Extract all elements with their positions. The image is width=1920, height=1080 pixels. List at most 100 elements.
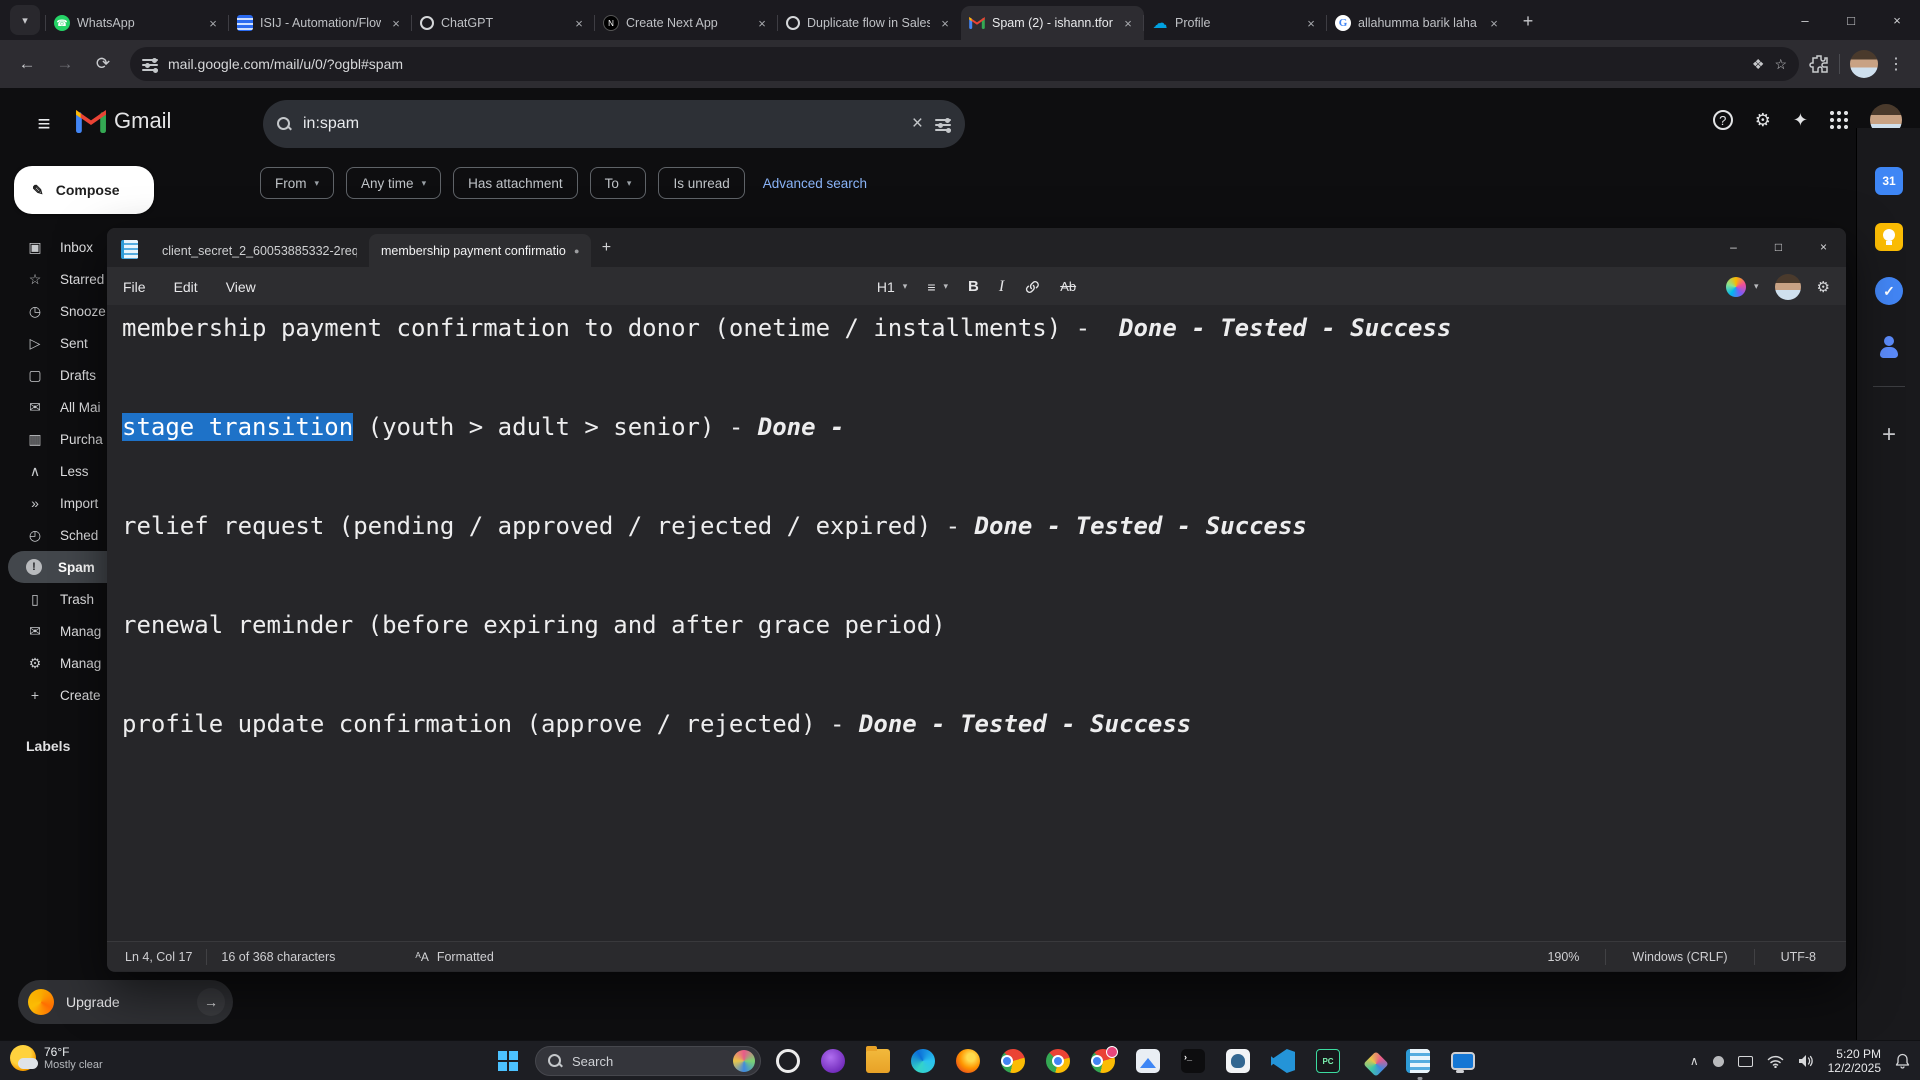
- notification-bell-icon[interactable]: [1895, 1053, 1910, 1069]
- taskbar-purple-app[interactable]: [815, 1043, 851, 1079]
- zoom-level[interactable]: 190%: [1521, 950, 1605, 964]
- browser-tab-salesforce-profile[interactable]: ☁ Profile ×: [1143, 6, 1327, 40]
- taskbar-file-explorer[interactable]: [860, 1043, 896, 1079]
- close-tab-icon[interactable]: ×: [388, 16, 404, 31]
- url-text[interactable]: mail.google.com/mail/u/0/?ogbl#spam: [168, 56, 1742, 72]
- notepad-account-avatar[interactable]: [1774, 273, 1801, 300]
- browser-tab-nextapp[interactable]: N Create Next App ×: [594, 6, 778, 40]
- wifi-icon[interactable]: [1767, 1055, 1784, 1068]
- bold-button[interactable]: B: [968, 278, 979, 295]
- restore-window-icon[interactable]: □: [1828, 0, 1874, 40]
- close-window-icon[interactable]: ×: [1801, 228, 1846, 267]
- browser-tab-whatsapp[interactable]: ☎ WhatsApp ×: [45, 6, 229, 40]
- tab-search-button[interactable]: ▾: [10, 5, 40, 35]
- gmail-logo[interactable]: Gmail: [76, 108, 171, 134]
- filter-chip-from[interactable]: From ▾: [260, 167, 335, 199]
- notepad-tab-client-secret[interactable]: client_secret_2_60053885332-2reqe52rribc: [150, 234, 369, 267]
- heading-style-button[interactable]: H1: [877, 279, 895, 295]
- search-input[interactable]: in:spam: [303, 115, 900, 133]
- taskbar-chrome-2[interactable]: [1040, 1043, 1076, 1079]
- clear-search-icon[interactable]: ×: [912, 113, 923, 135]
- taskbar-firefox[interactable]: [950, 1043, 986, 1079]
- taskbar-chrome-active[interactable]: [1085, 1043, 1121, 1079]
- close-tab-icon[interactable]: ×: [1486, 16, 1502, 31]
- volume-icon[interactable]: [1798, 1054, 1814, 1068]
- calendar-icon[interactable]: 31: [1874, 166, 1904, 196]
- settings-gear-icon[interactable]: ⚙: [1817, 278, 1830, 296]
- encoding[interactable]: UTF-8: [1755, 950, 1842, 964]
- taskbar-terminal[interactable]: ›_: [1175, 1043, 1211, 1079]
- new-tab-button[interactable]: +: [1514, 7, 1542, 35]
- menu-view[interactable]: View: [226, 279, 256, 295]
- close-tab-icon[interactable]: ×: [1120, 16, 1136, 31]
- advanced-search-link[interactable]: Advanced search: [763, 176, 867, 191]
- browser-profile-avatar[interactable]: [1850, 50, 1878, 78]
- gmail-search-bar[interactable]: in:spam ×: [263, 100, 965, 148]
- display-icon[interactable]: [1737, 1055, 1753, 1067]
- notepad-tab-membership-active[interactable]: membership payment confirmation ●: [369, 234, 592, 267]
- menu-edit[interactable]: Edit: [174, 279, 198, 295]
- chevron-down-icon[interactable]: ▾: [903, 281, 908, 292]
- site-settings-icon[interactable]: [142, 57, 158, 73]
- extensions-puzzle-icon[interactable]: [1809, 54, 1829, 74]
- copilot-icon[interactable]: [1726, 276, 1747, 297]
- help-icon[interactable]: ?: [1712, 110, 1733, 130]
- filter-chip-any-time[interactable]: Any time ▾: [346, 167, 442, 199]
- taskbar-monitor-app[interactable]: [1445, 1043, 1481, 1079]
- browser-menu-icon[interactable]: ⋮: [1888, 54, 1904, 74]
- tasks-icon[interactable]: ✓: [1874, 276, 1904, 306]
- taskbar-diamond-app[interactable]: [1355, 1043, 1391, 1079]
- list-button[interactable]: ≡: [927, 279, 935, 295]
- bookmark-star-icon[interactable]: ☆: [1774, 56, 1787, 73]
- clear-formatting-icon[interactable]: Ab: [1060, 279, 1076, 294]
- italic-button[interactable]: I: [999, 278, 1004, 296]
- taskbar-pycharm[interactable]: PC: [1310, 1043, 1346, 1079]
- hidden-icons-chevron[interactable]: ∧: [1690, 1054, 1699, 1068]
- insert-link-icon[interactable]: [1024, 279, 1040, 295]
- forward-icon[interactable]: →: [48, 47, 82, 81]
- notepad-editor[interactable]: membership payment confirmation to donor…: [107, 305, 1846, 941]
- settings-gear-icon[interactable]: ⚙: [1755, 110, 1771, 131]
- filter-chip-is-unread[interactable]: Is unread: [658, 167, 745, 199]
- close-tab-icon[interactable]: ×: [205, 16, 221, 31]
- line-ending[interactable]: Windows (CRLF): [1606, 950, 1753, 964]
- browser-tab-chatgpt[interactable]: ChatGPT ×: [411, 6, 595, 40]
- notepad-new-tab-button[interactable]: +: [591, 233, 621, 263]
- browser-tab-duplicate-flow[interactable]: Duplicate flow in Salesfor ×: [777, 6, 961, 40]
- taskbar-vscode[interactable]: [1265, 1043, 1301, 1079]
- arrow-right-icon[interactable]: →: [197, 988, 225, 1016]
- upgrade-button[interactable]: Upgrade →: [18, 980, 233, 1024]
- taskbar-search[interactable]: Search: [535, 1046, 761, 1076]
- browser-tab-gmail-spam-active[interactable]: Spam (2) - ishann.tforce@ ×: [961, 6, 1144, 40]
- contacts-icon[interactable]: [1874, 332, 1904, 362]
- filter-chip-to[interactable]: To ▾: [589, 167, 647, 199]
- taskbar-chatgpt-app[interactable]: [770, 1043, 806, 1079]
- taskbar-photos-app[interactable]: [1130, 1043, 1166, 1079]
- compose-button[interactable]: ✎ Compose: [14, 166, 154, 214]
- minimize-window-icon[interactable]: –: [1782, 0, 1828, 40]
- bing-daily-image-icon[interactable]: [733, 1050, 755, 1072]
- weather-widget[interactable]: 76°F Mostly clear: [10, 1045, 103, 1071]
- taskbar-edge[interactable]: [905, 1043, 941, 1079]
- back-icon[interactable]: ←: [10, 47, 44, 81]
- taskbar-notepad[interactable]: [1400, 1043, 1436, 1079]
- reload-icon[interactable]: ⟳: [86, 47, 120, 81]
- tray-app-icon[interactable]: [1712, 1055, 1724, 1067]
- browser-tab-isij[interactable]: ISIJ - Automation/Flows S ×: [228, 6, 412, 40]
- close-tab-icon[interactable]: ×: [1303, 16, 1319, 31]
- get-addons-icon[interactable]: +: [1874, 420, 1904, 450]
- chevron-down-icon[interactable]: ▾: [944, 281, 949, 292]
- close-tab-icon[interactable]: ×: [937, 16, 953, 31]
- formatted-indicator[interactable]: ᴬA Formatted: [415, 950, 493, 964]
- main-menu-icon[interactable]: ≡: [22, 102, 66, 146]
- maximize-window-icon[interactable]: □: [1756, 228, 1801, 267]
- close-window-icon[interactable]: ×: [1874, 0, 1920, 40]
- address-bar[interactable]: mail.google.com/mail/u/0/?ogbl#spam ❖ ☆: [130, 47, 1799, 81]
- taskbar-pgadmin[interactable]: [1220, 1043, 1256, 1079]
- search-filters-icon[interactable]: [935, 117, 951, 133]
- start-button[interactable]: [490, 1043, 526, 1079]
- filter-chip-has-attachment[interactable]: Has attachment: [453, 167, 578, 199]
- minimize-window-icon[interactable]: –: [1711, 228, 1756, 267]
- taskbar-chrome-1[interactable]: [995, 1043, 1031, 1079]
- taskbar-clock[interactable]: 5:20 PM 12/2/2025: [1828, 1047, 1881, 1075]
